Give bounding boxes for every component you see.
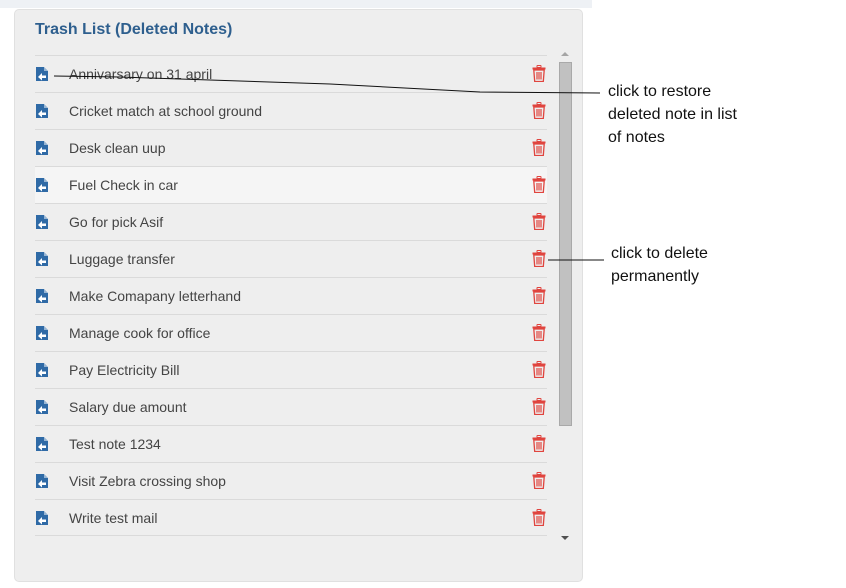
list-item: Annivarsary on 31 april: [35, 55, 547, 92]
trash-icon[interactable]: [532, 65, 546, 83]
trash-icon[interactable]: [532, 287, 546, 305]
trash-panel: Trash List (Deleted Notes) Annivarsary o…: [14, 9, 583, 582]
panel-title: Trash List (Deleted Notes): [35, 21, 233, 38]
restore-document-icon[interactable]: [35, 399, 49, 415]
trash-icon[interactable]: [532, 102, 546, 120]
trash-icon[interactable]: [532, 250, 546, 268]
restore-document-icon[interactable]: [35, 436, 49, 452]
list-item: Fuel Check in car: [35, 166, 547, 203]
note-label: Test note 1234: [69, 436, 161, 452]
list-item: Test note 1234: [35, 425, 547, 462]
list-item: Write test mail: [35, 499, 547, 536]
scroll-thumb[interactable]: [559, 62, 572, 426]
note-label: Manage cook for office: [69, 325, 211, 341]
note-label: Annivarsary on 31 april: [69, 66, 213, 82]
restore-callout-line: of notes: [608, 129, 665, 146]
restore-document-icon[interactable]: [35, 66, 49, 82]
restore-document-icon[interactable]: [35, 251, 49, 267]
note-label: Fuel Check in car: [69, 177, 178, 193]
trash-icon[interactable]: [532, 213, 546, 231]
note-label: Cricket match at school ground: [69, 103, 262, 119]
trash-icon[interactable]: [532, 176, 546, 194]
trash-icon[interactable]: [532, 398, 546, 416]
list-item: Cricket match at school ground: [35, 92, 547, 129]
delete-callout: click to delete permanently: [611, 242, 708, 288]
list-item: Desk clean uup: [35, 129, 547, 166]
note-label: Visit Zebra crossing shop: [69, 473, 226, 489]
restore-document-icon[interactable]: [35, 362, 49, 378]
restore-document-icon[interactable]: [35, 103, 49, 119]
list-item: Salary due amount: [35, 388, 547, 425]
trash-icon[interactable]: [532, 324, 546, 342]
note-label: Write test mail: [69, 510, 158, 526]
note-label: Go for pick Asif: [69, 214, 164, 230]
list-item: Go for pick Asif: [35, 203, 547, 240]
list-item: Make Comapany letterhand: [35, 277, 547, 314]
note-label: Make Comapany letterhand: [69, 288, 241, 304]
restore-document-icon[interactable]: [35, 510, 49, 526]
scroll-down-arrow-icon[interactable]: [561, 536, 569, 540]
restore-document-icon[interactable]: [35, 140, 49, 156]
restore-document-icon[interactable]: [35, 473, 49, 489]
delete-callout-line: click to delete: [611, 245, 708, 262]
note-label: Desk clean uup: [69, 140, 166, 156]
restore-callout-line: deleted note in list: [608, 106, 737, 123]
note-label: Salary due amount: [69, 399, 187, 415]
trash-icon[interactable]: [532, 509, 546, 527]
restore-document-icon[interactable]: [35, 288, 49, 304]
restore-document-icon[interactable]: [35, 325, 49, 341]
list-item: Pay Electricity Bill: [35, 351, 547, 388]
delete-callout-line: permanently: [611, 268, 700, 285]
note-label: Luggage transfer: [69, 251, 175, 267]
top-strip: [0, 0, 592, 8]
trash-icon[interactable]: [532, 472, 546, 490]
list-item: Manage cook for office: [35, 314, 547, 351]
restore-callout-line: click to restore: [608, 83, 712, 100]
restore-callout: click to restore deleted note in list of…: [608, 80, 737, 149]
list-item: Visit Zebra crossing shop: [35, 462, 547, 499]
trash-icon[interactable]: [532, 435, 546, 453]
trash-list: Annivarsary on 31 april Cricket match at…: [35, 55, 547, 536]
restore-document-icon[interactable]: [35, 177, 49, 193]
vertical-scrollbar[interactable]: [557, 50, 573, 542]
note-label: Pay Electricity Bill: [69, 362, 180, 378]
trash-icon[interactable]: [532, 361, 546, 379]
list-item: Luggage transfer: [35, 240, 547, 277]
trash-icon[interactable]: [532, 139, 546, 157]
scroll-up-arrow-icon[interactable]: [561, 52, 569, 56]
restore-document-icon[interactable]: [35, 214, 49, 230]
